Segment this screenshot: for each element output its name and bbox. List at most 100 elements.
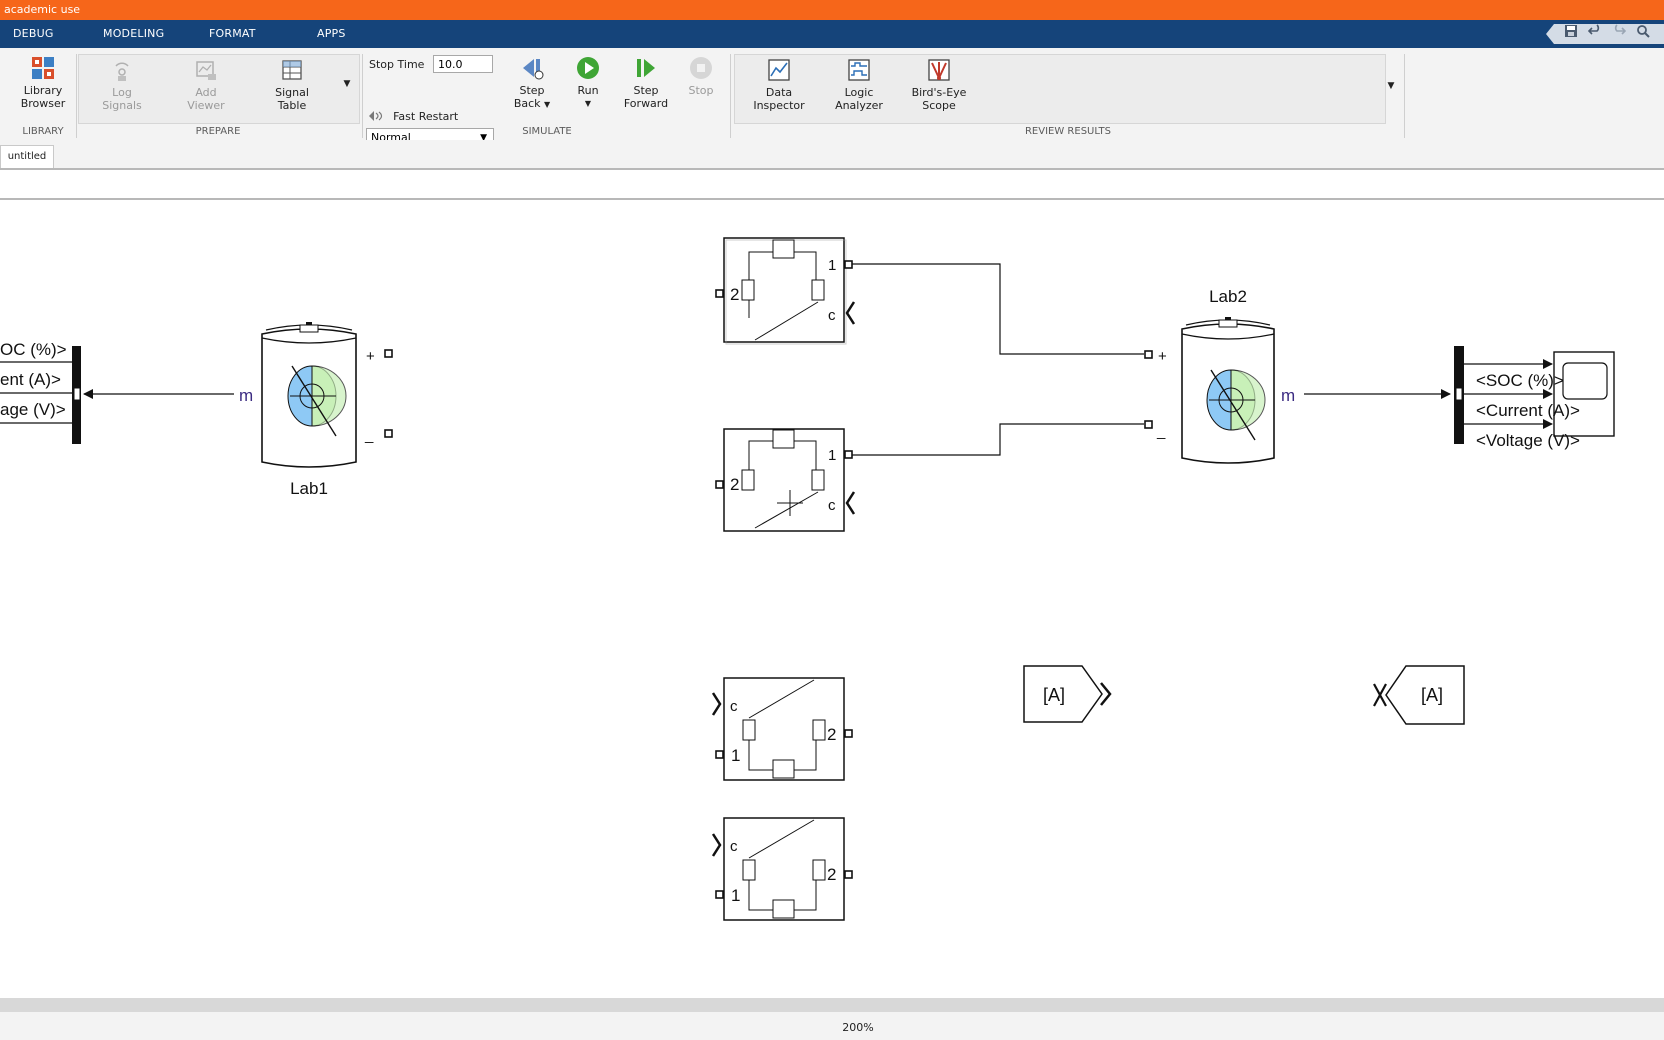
search-icon[interactable] [1634,24,1652,42]
switch1-port-2: 2 [730,285,739,304]
switch2-port-c: c [828,497,836,514]
switch-block-2[interactable]: 2 1 c [715,428,856,532]
step-back-icon [523,59,544,80]
chevron-down-icon: ▼ [544,100,551,109]
library-browser-label-2: Browser [20,97,66,110]
step-forward-label-1: Step [633,84,659,97]
birds-eye-scope-label-1: Bird's-Eye [911,86,967,99]
add-viewer-icon [196,61,216,80]
redo-icon[interactable] [1610,24,1628,42]
bus-selector-right[interactable] [1454,346,1553,444]
section-review-results: REVIEW RESULTS [1024,126,1112,137]
tab-apps[interactable]: APPS [317,20,346,48]
run-button[interactable]: Run ▼ [566,56,610,110]
save-icon[interactable] [1562,24,1580,42]
lab1-name: Lab1 [290,479,328,498]
library-browser-button[interactable]: Library Browser [14,56,72,110]
fast-restart-icon [369,110,383,121]
log-signals-button[interactable]: Log Signals [94,58,150,112]
library-browser-icon [32,57,54,79]
chevron-down-icon: ▼ [584,99,592,108]
model-canvas[interactable]: OC (%)> ent (A)> age (V)> m + _ Lab1 2 1… [0,200,1664,998]
data-inspector-button[interactable]: Data Inspector [750,58,808,112]
stop-time-label: Stop Time [369,58,425,71]
step-forward-button[interactable]: Step Forward [618,56,674,110]
tab-modeling[interactable]: MODELING [103,20,164,48]
switch3-port-2: 2 [827,725,836,744]
stop-time-value: 10.0 [438,58,463,71]
add-viewer-label-2: Viewer [187,99,225,112]
bus-selector-left[interactable]: OC (%)> ent (A)> age (V)> [0,340,81,444]
connection-line[interactable] [852,263,1144,355]
stop-button[interactable]: Stop [682,56,720,97]
right-bus-current-label: <Current (A)> [1476,401,1580,420]
divider [362,54,363,138]
logic-analyzer-label-2: Analyzer [835,99,883,112]
connection-line[interactable] [852,423,1144,456]
left-bus-voltage-label: age (V)> [0,400,66,419]
signal-table-icon [282,60,302,80]
signal-table-button[interactable]: Signal Table [264,58,320,112]
document-tab-bar: untitled [0,140,1664,170]
ribbon-tab-bar: DEBUG MODELING FORMAT APPS [0,20,1664,48]
stop-time-input[interactable]: 10.0 [433,55,493,73]
from-block[interactable]: [A] [1373,665,1465,725]
add-viewer-label-1: Add [195,86,217,99]
fast-restart-toggle[interactable]: Fast Restart [368,105,458,124]
birds-eye-scope-icon [928,59,950,81]
review-expand-icon[interactable]: ▼ [1384,80,1398,93]
goto-block[interactable]: [A] [1023,665,1112,723]
logic-analyzer-button[interactable]: Logic Analyzer [830,58,888,112]
left-bus-current-label: ent (A)> [0,370,61,389]
run-icon [577,57,599,79]
switch-block-3[interactable]: c 1 2 [711,677,853,781]
signal-table-label-1: Signal [275,86,309,99]
from-tag: [A] [1421,685,1443,705]
logic-analyzer-icon [848,59,870,81]
switch2-port-2: 2 [730,475,739,494]
switch4-port-c: c [730,838,738,855]
tab-format[interactable]: FORMAT [209,20,256,48]
step-back-button[interactable]: Step Back ▼ [508,56,556,111]
birds-eye-scope-label-2: Scope [922,99,956,112]
library-browser-label-1: Library [23,84,63,97]
switch1-port-c: c [828,307,836,324]
step-forward-label-2: Forward [623,97,669,110]
divider [730,54,731,138]
right-bus-voltage-label: <Voltage (V)> [1476,431,1580,450]
switch3-port-1: 1 [731,746,740,765]
switch4-port-2: 2 [827,865,836,884]
divider [1404,54,1405,138]
tab-debug[interactable]: DEBUG [13,20,54,48]
switch-block-4[interactable]: c 1 2 [711,817,853,921]
add-viewer-button[interactable]: Add Viewer [178,58,234,112]
data-inspector-label-1: Data [765,86,793,99]
step-back-label-2: Back [513,97,541,110]
birds-eye-scope-button[interactable]: Bird's-Eye Scope [904,58,974,112]
scope-block[interactable] [1553,351,1615,437]
license-text: academic use [4,3,81,16]
ribbon: Library Browser LIBRARY Log Signals Add … [0,48,1664,146]
log-signals-label-1: Log [112,86,132,99]
horizontal-scrollbar[interactable] [0,998,1664,1012]
tab-untitled[interactable]: untitled [0,145,54,168]
status-bar: 200% [0,1012,1664,1040]
battery-block-lab1[interactable]: m + _ Lab1 [239,322,393,498]
step-back-label-2-row: Back ▼ [508,97,556,111]
step-back-label-1: Step [519,84,545,97]
switch-block-1[interactable]: 2 1 c [715,237,856,345]
data-inspector-icon [768,59,790,81]
prepare-expand-icon[interactable]: ▼ [340,78,354,91]
section-prepare: PREPARE [195,126,241,137]
step-forward-icon [637,59,655,77]
lab1-port-plus: + [366,348,375,365]
zoom-level: 200% [842,1021,874,1034]
run-label: Run [577,84,599,97]
lab2-name: Lab2 [1209,287,1247,306]
undo-icon[interactable] [1586,24,1604,42]
switch1-port-1: 1 [828,257,836,274]
goto-tag: [A] [1043,685,1065,705]
battery-block-lab2[interactable]: Lab2 + _ m [1144,287,1295,464]
data-inspector-label-2: Inspector [753,99,805,112]
lab2-port-plus: + [1158,348,1167,365]
